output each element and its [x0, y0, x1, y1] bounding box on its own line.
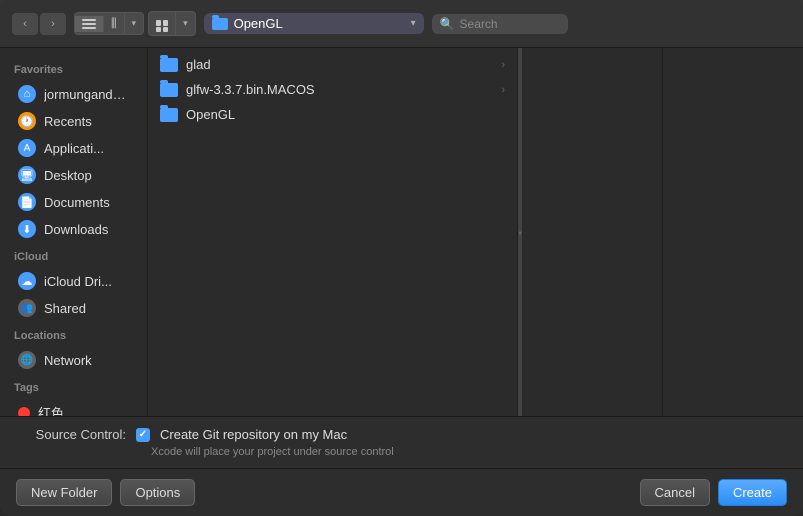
checkmark-icon: ✓ [139, 429, 147, 440]
sidebar-item-label: Downloads [44, 222, 108, 237]
source-control-checkbox[interactable]: ✓ [136, 428, 150, 442]
file-panel: glad › glfw-3.3.7.bin.MACOS › OpenGL • • [148, 48, 803, 416]
location-chevron-icon: ▾ [411, 18, 416, 29]
sidebar-item-label: Network [44, 353, 92, 368]
gallery-view-toggle: ▾ [148, 11, 196, 37]
sidebar-item-network[interactable]: 🌐 Network [4, 347, 143, 373]
list-item[interactable]: OpenGL [148, 102, 517, 127]
sidebar-item-shared[interactable]: 👥 Shared [4, 295, 143, 321]
create-button[interactable]: Create [718, 479, 787, 506]
home-icon: ⌂ [18, 85, 36, 103]
folder-icon [160, 58, 178, 72]
documents-icon: 📄 [18, 193, 36, 211]
gallery-view-button[interactable] [149, 12, 176, 36]
create-git-label: Create Git repository on my Mac [160, 427, 347, 442]
sidebar-item-label: Recents [44, 114, 92, 129]
nav-buttons: ‹ › [12, 13, 66, 35]
apps-icon: A [18, 139, 36, 157]
file-name: glfw-3.3.7.bin.MACOS [186, 82, 493, 97]
save-dialog: ‹ › ⫼ ▾ [0, 0, 803, 516]
preview-panels [522, 48, 803, 416]
icloud-label: iCloud [0, 243, 147, 267]
main-content: Favorites ⌂ jormunganda... 🕐 Recents A A… [0, 48, 803, 416]
sidebar-item-icloud-drive[interactable]: ☁ iCloud Dri... [4, 268, 143, 294]
search-input[interactable] [460, 17, 560, 31]
locations-label: Locations [0, 322, 147, 346]
folder-icon [160, 108, 178, 122]
shared-icon: 👥 [18, 299, 36, 317]
column-view-button[interactable]: ⫼ [104, 13, 125, 34]
search-bar[interactable]: 🔍 [432, 14, 568, 34]
file-arrow-icon: › [501, 84, 505, 96]
tags-label: Tags [0, 374, 147, 398]
file-arrow-icon: › [501, 59, 505, 71]
source-control-label: Source Control: [16, 427, 126, 442]
list-view-button[interactable] [75, 16, 104, 32]
downloads-icon: ⬇ [18, 220, 36, 238]
action-bar: New Folder Options Cancel Create [0, 468, 803, 516]
sidebar-item-label: Applicati... [44, 141, 104, 156]
source-subtext: Xcode will place your project under sour… [151, 446, 787, 458]
options-button[interactable]: Options [120, 479, 195, 506]
tag-red-dot [18, 407, 30, 417]
sidebar-item-downloads[interactable]: ⬇ Downloads [4, 216, 143, 242]
view-toggle: ⫼ ▾ [74, 12, 144, 35]
grid-view-icon [156, 20, 168, 32]
file-list: glad › glfw-3.3.7.bin.MACOS › OpenGL [148, 48, 518, 416]
sidebar-item-applications[interactable]: A Applicati... [4, 135, 143, 161]
location-folder-icon [212, 18, 228, 30]
list-view-icon [82, 19, 96, 29]
preview-panel-1 [522, 48, 663, 416]
network-icon: 🌐 [18, 351, 36, 369]
sidebar-item-label: 红色 [38, 403, 64, 416]
sidebar-item-desktop[interactable]: 🖥 Desktop [4, 162, 143, 188]
cancel-button[interactable]: Cancel [640, 479, 710, 506]
clock-icon: 🕐 [18, 112, 36, 130]
sidebar-item-label: iCloud Dri... [44, 274, 112, 289]
sidebar-item-documents[interactable]: 📄 Documents [4, 189, 143, 215]
search-icon: 🔍 [440, 17, 455, 31]
sidebar: Favorites ⌂ jormunganda... 🕐 Recents A A… [0, 48, 148, 416]
left-action-buttons: New Folder Options [16, 479, 195, 506]
source-control-row: Source Control: ✓ Create Git repository … [16, 427, 787, 442]
location-text: OpenGL [234, 16, 283, 31]
preview-panel-2 [663, 48, 803, 416]
desktop-icon: 🖥 [18, 166, 36, 184]
file-name: OpenGL [186, 107, 505, 122]
list-item[interactable]: glfw-3.3.7.bin.MACOS › [148, 77, 517, 102]
view-chevron-button[interactable]: ▾ [125, 15, 144, 32]
toolbar: ‹ › ⫼ ▾ [0, 0, 803, 48]
favorites-label: Favorites [0, 56, 147, 80]
forward-button[interactable]: › [40, 13, 66, 35]
sidebar-item-label: Shared [44, 301, 86, 316]
source-control-bar: Source Control: ✓ Create Git repository … [0, 416, 803, 468]
sidebar-item-tag-red[interactable]: 红色 [4, 399, 143, 416]
gallery-chevron-button[interactable]: ▾ [176, 15, 195, 32]
list-item[interactable]: glad › [148, 52, 517, 77]
location-bar[interactable]: OpenGL ▾ [204, 13, 424, 34]
folder-icon [160, 83, 178, 97]
right-action-buttons: Cancel Create [640, 479, 788, 506]
sidebar-item-label: jormunganda... [44, 87, 129, 102]
file-name: glad [186, 57, 493, 72]
column-view-icon: ⫼ [111, 16, 117, 30]
sidebar-item-label: Documents [44, 195, 110, 210]
icloud-icon: ☁ [18, 272, 36, 290]
sidebar-item-label: Desktop [44, 168, 92, 183]
back-button[interactable]: ‹ [12, 13, 38, 35]
new-folder-button[interactable]: New Folder [16, 479, 112, 506]
sidebar-item-jormungand[interactable]: ⌂ jormunganda... [4, 81, 143, 107]
sidebar-item-recents[interactable]: 🕐 Recents [4, 108, 143, 134]
